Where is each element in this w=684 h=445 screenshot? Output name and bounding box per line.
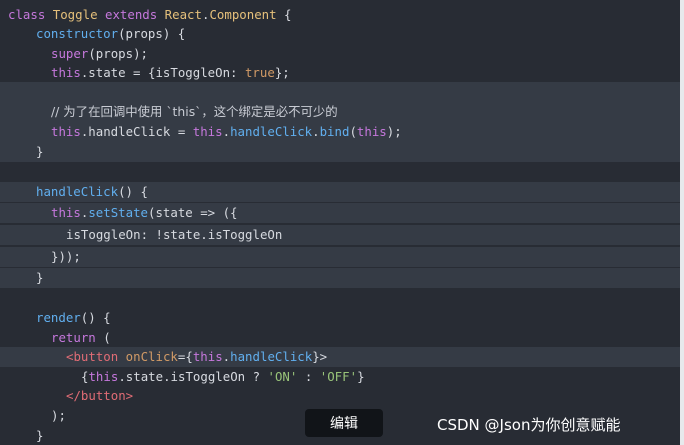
code-line-7: this.handleClick = this.handleClick.bind… bbox=[0, 122, 680, 142]
code-line-3: super(props); bbox=[0, 44, 680, 64]
code-line-10: handleClick() { bbox=[0, 182, 680, 202]
code-token: this bbox=[356, 124, 387, 139]
screenshot-frame: class Toggle extends React.Component { c… bbox=[0, 0, 684, 445]
code-token: handleClick bbox=[230, 349, 313, 364]
code-token: } bbox=[36, 270, 44, 285]
code-token: this bbox=[192, 124, 223, 139]
code-line-2: constructor(props) { bbox=[0, 24, 680, 44]
code-token: bind bbox=[319, 124, 350, 139]
code-token: (state => ({ bbox=[148, 205, 238, 220]
code-token: })); bbox=[51, 249, 81, 264]
code-token: extends bbox=[97, 7, 165, 22]
code-line-19: {this.state.isToggleOn ? 'ON' : 'OFF'} bbox=[0, 367, 680, 387]
code-token: } bbox=[36, 144, 44, 159]
code-token: ); bbox=[51, 408, 66, 423]
code-token: }; bbox=[274, 65, 290, 80]
code-line-6: // 为了在回调中使用 `this`，这个绑定是必不可少的 bbox=[0, 102, 680, 122]
code-token: onClick bbox=[118, 349, 178, 364]
edit-button-label: 编辑 bbox=[330, 416, 358, 432]
code-line-17: return ( bbox=[0, 328, 680, 348]
watermark: CSDN @Json为你创意赋能 bbox=[437, 416, 621, 434]
code-token: ={ bbox=[177, 349, 193, 364]
code-token: isToggleOn: !state.isToggleOn bbox=[66, 227, 283, 242]
code-token: 'ON' bbox=[267, 369, 298, 384]
code-token: ); bbox=[386, 124, 402, 139]
code-token: } bbox=[36, 428, 44, 443]
code-token: () { bbox=[80, 310, 111, 325]
code-token: (props); bbox=[88, 46, 148, 61]
code-token: this bbox=[88, 369, 119, 384]
code-token: handleClick bbox=[36, 184, 119, 199]
code-line-13: })); bbox=[0, 247, 680, 267]
code-line-14: } bbox=[0, 268, 680, 288]
code-line-16: render() { bbox=[0, 308, 680, 328]
code-token: { bbox=[276, 7, 292, 22]
code-token: : bbox=[297, 369, 320, 384]
code-token: 'OFF' bbox=[319, 369, 358, 384]
code-token: Component bbox=[209, 7, 277, 22]
code-token: React bbox=[164, 7, 202, 22]
code-token: } bbox=[357, 369, 365, 384]
code-token: (props) { bbox=[118, 26, 186, 41]
code-line-20: </button> bbox=[0, 386, 680, 406]
code-token: class bbox=[8, 7, 53, 22]
code-token: this bbox=[51, 205, 81, 220]
code-token: ( bbox=[349, 124, 357, 139]
code-token: .state.isToggleOn ? bbox=[118, 369, 268, 384]
code-token: return bbox=[51, 330, 96, 345]
code-token: }> bbox=[312, 349, 328, 364]
code-token: .handleClick = bbox=[80, 124, 193, 139]
code-token: .state = {isToggleOn: bbox=[80, 65, 245, 80]
code-token: true bbox=[244, 65, 275, 80]
code-token: setState bbox=[88, 205, 148, 220]
code-token: this bbox=[192, 349, 223, 364]
code-token: this bbox=[51, 124, 81, 139]
code-token: render bbox=[36, 310, 81, 325]
code-editor: class Toggle extends React.Component { c… bbox=[0, 0, 680, 445]
code-token: super bbox=[51, 46, 89, 61]
code-line-12: isToggleOn: !state.isToggleOn bbox=[0, 225, 680, 245]
code-token: handleClick bbox=[230, 124, 313, 139]
code-token: () { bbox=[118, 184, 148, 199]
code-line-18: <button onClick={this.handleClick}> bbox=[0, 347, 680, 367]
code-token: . bbox=[312, 124, 320, 139]
code-token: constructor bbox=[36, 26, 119, 41]
right-border bbox=[680, 0, 684, 445]
edit-button[interactable]: 编辑 bbox=[305, 409, 383, 437]
code-token: <button bbox=[66, 349, 119, 364]
code-line-1: class Toggle extends React.Component { bbox=[0, 5, 680, 25]
code-comment: // 为了在回调中使用 `this`，这个绑定是必不可少的 bbox=[51, 104, 338, 119]
code-token: . bbox=[222, 124, 231, 139]
code-line-4: this.state = {isToggleOn: true}; bbox=[0, 63, 680, 83]
code-token: </button> bbox=[66, 388, 134, 403]
code-line-11: this.setState(state => ({ bbox=[0, 203, 680, 223]
code-token: this bbox=[51, 65, 81, 80]
code-line-8: } bbox=[0, 142, 680, 162]
code-token: ( bbox=[95, 330, 111, 345]
code-line-5 bbox=[0, 82, 680, 102]
code-token: Toggle bbox=[52, 7, 98, 22]
